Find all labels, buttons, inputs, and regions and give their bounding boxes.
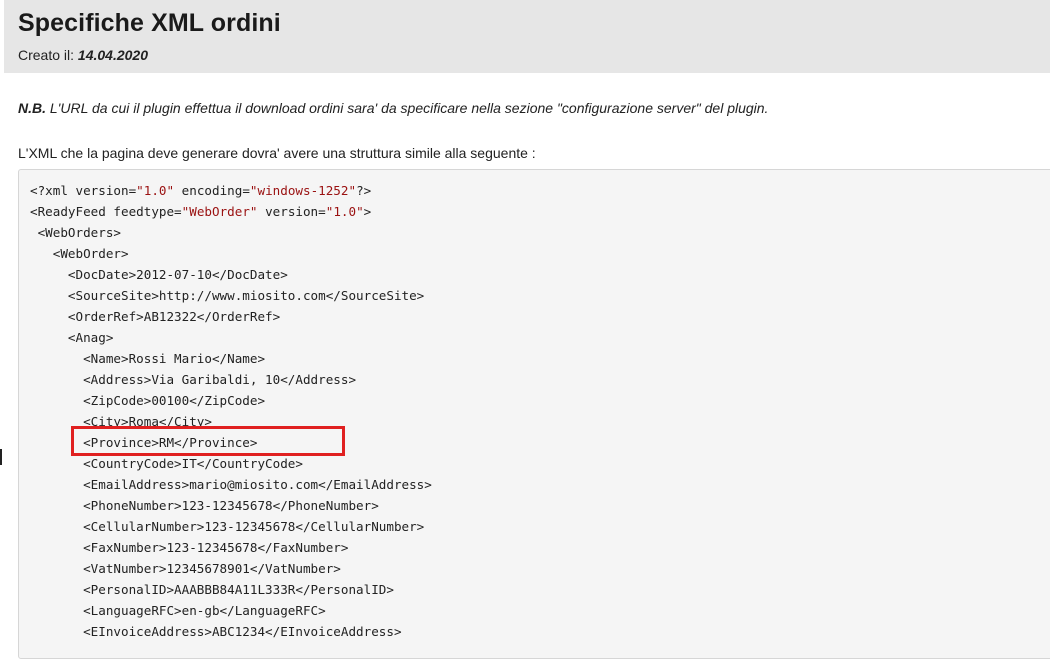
code-line: <PhoneNumber>123-12345678</PhoneNumber>: [30, 498, 379, 513]
intro-paragraph: L'XML che la pagina deve generare dovra'…: [18, 145, 536, 161]
code-line: <ZipCode>00100</ZipCode>: [30, 393, 266, 408]
code-line: <WebOrders>: [30, 225, 121, 240]
code-line: <VatNumber>12345678901</VatNumber>: [30, 561, 341, 576]
created-info: Creato il: 14.04.2020: [18, 47, 148, 63]
created-date: 14.04.2020: [77, 47, 148, 63]
code-line: <DocDate>2012-07-10</DocDate>: [30, 267, 288, 282]
note-paragraph: N.B. L'URL da cui il plugin effettua il …: [18, 100, 768, 116]
code-lines: <?xml version="1.0" encoding="windows-12…: [30, 180, 432, 642]
code-line: <CountryCode>IT</CountryCode>: [30, 456, 303, 471]
code-line: <EmailAddress>mario@miosito.com</EmailAd…: [30, 477, 432, 492]
code-line: <EInvoiceAddress>ABC1234</EInvoiceAddres…: [30, 624, 402, 639]
note-prefix: N.B.: [18, 100, 46, 116]
created-label: Creato il:: [18, 47, 75, 63]
code-line: <?xml version="1.0" encoding="windows-12…: [30, 183, 372, 198]
code-line: <Anag>: [30, 330, 114, 345]
code-line: <OrderRef>AB12322</OrderRef>: [30, 309, 281, 324]
page-header: Specifiche XML ordini Creato il: 14.04.2…: [4, 0, 1050, 73]
code-line: <PersonalID>AAABBB84A11L333R</PersonalID…: [30, 582, 394, 597]
code-line: <LanguageRFC>en-gb</LanguageRFC>: [30, 603, 326, 618]
code-line: <Name>Rossi Mario</Name>: [30, 351, 266, 366]
code-line: <ReadyFeed feedtype="WebOrder" version="…: [30, 204, 372, 219]
note-text: L'URL da cui il plugin effettua il downl…: [49, 100, 769, 116]
code-line: <WebOrder>: [30, 246, 129, 261]
code-line: <FaxNumber>123-12345678</FaxNumber>: [30, 540, 349, 555]
province-highlight-box: [71, 426, 345, 456]
code-line: <CellularNumber>123-12345678</CellularNu…: [30, 519, 425, 534]
left-edge-mark: [0, 449, 2, 465]
page-title: Specifiche XML ordini: [18, 9, 281, 37]
code-line: <SourceSite>http://www.miosito.com</Sour…: [30, 288, 425, 303]
code-line: <Address>Via Garibaldi, 10</Address>: [30, 372, 357, 387]
xml-code-block[interactable]: <?xml version="1.0" encoding="windows-12…: [18, 169, 1050, 659]
